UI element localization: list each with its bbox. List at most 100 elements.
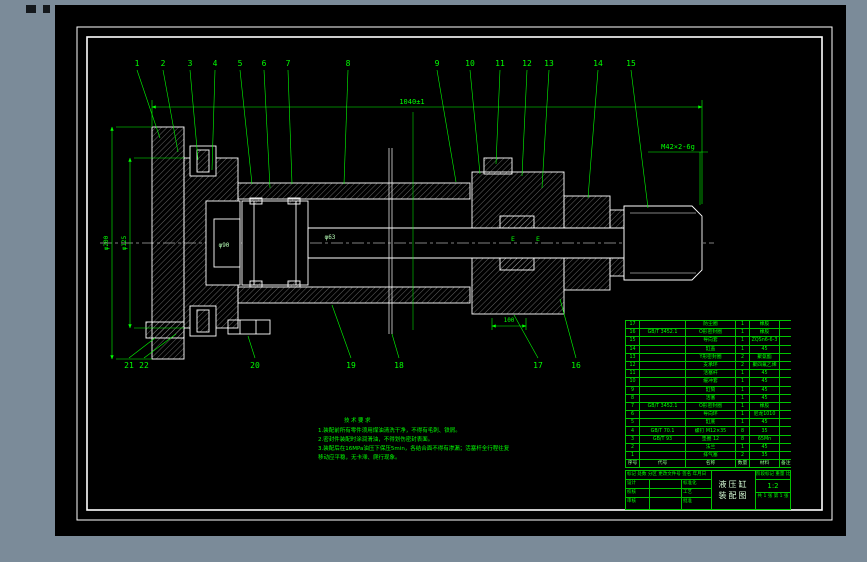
balloon-label: 4 bbox=[213, 59, 218, 68]
technical-note-line: 3.装配后在16MPa油压下保压5min，各结合面不得有渗漏；活塞杆全行程往复移… bbox=[318, 446, 510, 462]
bom-row: 3 GB/T 93 垫圈 12 8 65Mn bbox=[625, 434, 791, 444]
bom-row: 5 缸底 1 45 bbox=[625, 418, 791, 428]
bom-row: 4 GB/T 70.1 螺钉 M12×35 8 35 bbox=[625, 426, 791, 436]
bom-cell: 35 bbox=[749, 426, 780, 436]
bom-cell: 支承环 bbox=[685, 360, 736, 371]
mounting-foot bbox=[145, 321, 185, 339]
cad-viewer-window: 1 2 3 4 5 6 7 8 9 10 11 12 13 14 15 21 2… bbox=[0, 0, 867, 562]
bom-cell: 1 bbox=[735, 320, 750, 330]
bom-cell bbox=[779, 442, 791, 453]
balloon-label: 6 bbox=[262, 59, 267, 68]
cylinder-assembly bbox=[100, 126, 714, 360]
bom-cell bbox=[779, 410, 791, 420]
revision-header: 标记 处数 分区 更改文件号 签名 年月日 bbox=[627, 472, 707, 477]
title-block-revision-area: 标记 处数 分区 更改文件号 签名 年月日 设计 标准化 校核 工艺 审核 批准 bbox=[626, 471, 712, 509]
bom-cell: 尼龙1010 bbox=[749, 410, 780, 420]
bom-row: 7 GB/T 3452.1 O形密封圈 1 橡胶 bbox=[625, 401, 791, 412]
balloon-label: 20 bbox=[250, 361, 260, 370]
port-fitting bbox=[483, 157, 513, 175]
balloon-label: 8 bbox=[346, 59, 351, 68]
balloon-label: 14 bbox=[593, 59, 603, 68]
bom-row: 1 排气塞 2 35 bbox=[625, 450, 791, 461]
bom-cell bbox=[639, 410, 686, 420]
bom-cell: 1 bbox=[735, 336, 750, 346]
bom-row: 15 导向套 1 ZQSn6-6-3 bbox=[625, 336, 791, 346]
bom-header-cell: 序号 bbox=[625, 459, 640, 469]
bom-header-cell: 代号 bbox=[639, 459, 686, 469]
bom-header-cell: 名称 bbox=[685, 459, 736, 469]
tie-bolt-bottom bbox=[189, 305, 217, 337]
flange-od-label: φ200 bbox=[103, 235, 110, 250]
bom-cell bbox=[639, 418, 686, 428]
bom-cell: 10 bbox=[625, 377, 640, 387]
bom-cell bbox=[779, 336, 791, 346]
title-block: 标记 处数 分区 更改文件号 签名 年月日 设计 标准化 校核 工艺 审核 批准… bbox=[625, 470, 791, 510]
bom-row: 2 法兰 1 45 bbox=[625, 442, 791, 453]
bom-cell: 活塞杆 bbox=[685, 369, 736, 379]
overall-dimension-label: 1040±1 bbox=[399, 98, 424, 106]
bom-cell: GB/T 3452.1 bbox=[639, 401, 686, 412]
bom-cell: 17 bbox=[625, 320, 640, 330]
vent-mark: E bbox=[511, 235, 515, 243]
bom-cell: 8 bbox=[625, 393, 640, 403]
bom-cell: 垫圈 12 bbox=[685, 434, 736, 444]
scale-value: 1:2 bbox=[756, 480, 790, 493]
titlebar-icon[interactable] bbox=[43, 5, 50, 13]
titlebar-icon[interactable] bbox=[26, 5, 36, 13]
bom-cell: 45 bbox=[749, 418, 780, 428]
bom-cell: 1 bbox=[735, 369, 750, 379]
bom-cell: 排气塞 bbox=[685, 450, 736, 461]
bom-cell: 4 bbox=[625, 426, 640, 436]
bom-cell bbox=[779, 377, 791, 387]
balloon-label: 18 bbox=[394, 361, 404, 370]
thread-callout-label: M42×2-6g bbox=[661, 143, 695, 151]
bom-cell: 45 bbox=[749, 369, 780, 379]
bom-cell bbox=[639, 360, 686, 371]
bom-cell: 8 bbox=[735, 426, 750, 436]
bom-cell: 5 bbox=[625, 418, 640, 428]
bom-cell: 活塞 bbox=[685, 393, 736, 403]
bom-row: 14 缸盖 1 45 bbox=[625, 344, 791, 354]
bom-header-cell: 备注 bbox=[779, 459, 791, 469]
bom-cell: 缓冲套 bbox=[685, 377, 736, 387]
bom-cell bbox=[779, 328, 791, 338]
head-od-label: φ125 bbox=[121, 235, 128, 250]
bom-cell: 1 bbox=[625, 450, 640, 461]
audit-value bbox=[650, 498, 682, 509]
bom-cell: 橡胶 bbox=[749, 328, 780, 338]
balloon-label: 13 bbox=[544, 59, 554, 68]
balloon-label: 15 bbox=[626, 59, 636, 68]
bom-cell bbox=[639, 320, 686, 330]
gland-dimension-label: 100 bbox=[504, 317, 515, 324]
bore-dimension-label: φ90 bbox=[219, 242, 230, 249]
balloon-label: 12 bbox=[522, 59, 532, 68]
bom-row: 16 GB/T 3452.1 O形密封圈 1 橡胶 bbox=[625, 328, 791, 338]
balloon-labels-top: 1 2 3 4 5 6 7 8 9 10 11 12 13 14 15 bbox=[135, 59, 636, 68]
balloon-label: 16 bbox=[571, 361, 581, 370]
bom-cell bbox=[779, 360, 791, 371]
bom-cell: 缸筒 bbox=[685, 385, 736, 395]
balloon-label: 10 bbox=[465, 59, 475, 68]
balloon-label: 17 bbox=[533, 361, 543, 370]
balloon-label: 2 bbox=[161, 59, 166, 68]
title-block-scale-area: 阶段标记 重量 比例 1:2 共 1 张 第 1 张 bbox=[756, 471, 790, 509]
bom-cell: 导向套 bbox=[685, 336, 736, 346]
section-break-line bbox=[388, 148, 393, 334]
bom-cell bbox=[639, 369, 686, 379]
balloon-label: 3 bbox=[188, 59, 193, 68]
balloon-label: 21 bbox=[124, 361, 134, 370]
drawing-title-line1: 液压缸 bbox=[718, 480, 749, 489]
bom-cell bbox=[779, 401, 791, 412]
bom-cell: 法兰 bbox=[685, 442, 736, 453]
bom-cell bbox=[779, 320, 791, 330]
bom-cell bbox=[639, 385, 686, 395]
bom-cell: 6 bbox=[625, 410, 640, 420]
bom-cell: ZQSn6-6-3 bbox=[749, 336, 780, 346]
cylinder-head bbox=[183, 157, 241, 329]
bom-cell: 12 bbox=[625, 360, 640, 371]
bom-cell bbox=[779, 352, 791, 362]
bom-cell bbox=[779, 450, 791, 461]
bom-cell bbox=[779, 385, 791, 395]
approve-label: 批准 bbox=[683, 499, 692, 504]
bom-cell: 聚四氟乙烯 bbox=[749, 360, 780, 371]
